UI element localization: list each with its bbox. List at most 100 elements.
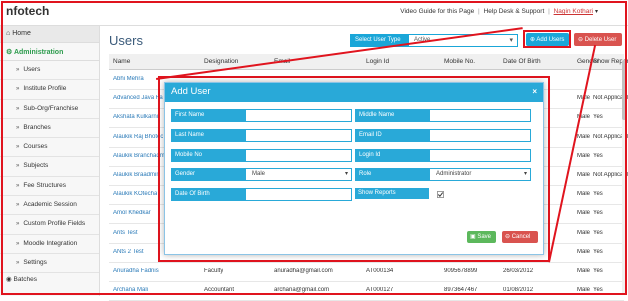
save-button[interactable]: ▣ Save bbox=[467, 231, 496, 243]
user-name-link[interactable]: ANts 2 Test bbox=[113, 249, 144, 255]
chevron-down-icon: ▾ bbox=[344, 171, 348, 177]
role-select[interactable]: Role Administrator ▾ bbox=[355, 168, 531, 181]
table-cell: 9095678899 bbox=[444, 268, 478, 274]
batches-icon: ◉ bbox=[6, 276, 12, 284]
table-cell: 01/08/2012 bbox=[503, 287, 534, 294]
gender-value: Male bbox=[252, 171, 266, 177]
table-cell: 8973647467 bbox=[444, 287, 478, 294]
sidebar-item-label: Fee Structures bbox=[23, 181, 66, 189]
login-id-field[interactable]: Login Id bbox=[355, 149, 531, 162]
cancel-button[interactable]: ⊖ Cancel bbox=[502, 231, 538, 243]
column-header[interactable]: Login Id bbox=[366, 58, 389, 65]
user-name-link[interactable]: Anuradha Fadnis bbox=[113, 268, 159, 274]
column-header[interactable]: Designation bbox=[204, 58, 238, 65]
sidebar-item-subjects[interactable]: » Subjects bbox=[0, 157, 99, 177]
top-bar: nfotech Video Guide for this Page | Help… bbox=[0, 0, 628, 26]
sidebar-item-courses[interactable]: » Courses bbox=[0, 138, 99, 158]
table-cell: Male bbox=[577, 248, 591, 255]
user-name-link[interactable]: Advanced Java Fa bbox=[113, 95, 163, 101]
brand-logo: nfotech bbox=[6, 4, 50, 18]
column-header[interactable]: Email bbox=[274, 58, 290, 65]
user-name-link[interactable]: Alaukik KOtecha bbox=[113, 191, 157, 197]
user-name-link[interactable]: Abhi Mehra bbox=[113, 76, 144, 82]
user-name-link[interactable]: Alaukik Branchadm bbox=[113, 153, 165, 159]
sidebar-item-label: Moodle Integration bbox=[23, 239, 78, 247]
sidebar-home[interactable]: ⌂ Home bbox=[0, 26, 99, 43]
chevron-right-icon: » bbox=[16, 144, 20, 151]
sidebar-item-batches[interactable]: ◉ Batches bbox=[0, 273, 99, 285]
user-name-link[interactable]: Alaukik Raj Bhotec bbox=[113, 134, 163, 140]
user-type-label: Select User Type bbox=[351, 35, 409, 46]
gear-icon: ⚙ bbox=[6, 49, 13, 56]
gender-select[interactable]: Gender Male ▾ bbox=[171, 168, 352, 181]
table-cell: anuradha@gmail.com bbox=[274, 268, 333, 274]
table-cell: AT000134 bbox=[366, 268, 394, 274]
minus-icon: ⊖ bbox=[578, 37, 584, 43]
table-cell: Male bbox=[577, 268, 591, 274]
chevron-right-icon: » bbox=[16, 240, 20, 247]
close-icon[interactable]: × bbox=[532, 87, 537, 96]
table-row[interactable]: Anuradha Fadnis Faculty anuradha@gmail.com… bbox=[109, 262, 624, 282]
sidebar-item-custom-profile-fields[interactable]: » Custom Profile Fields bbox=[0, 215, 99, 235]
user-type-value: Active bbox=[414, 37, 431, 43]
help-desk-link[interactable]: Help Desk & Support bbox=[484, 8, 545, 15]
mobile-no-field[interactable]: Mobile No bbox=[171, 149, 352, 162]
user-name-link[interactable]: Akshata Kulkarni bbox=[113, 114, 158, 120]
table-cell: Male bbox=[577, 287, 591, 294]
scrollbar-thumb[interactable] bbox=[622, 60, 627, 120]
add-users-button[interactable]: ⊕ Add Users bbox=[526, 33, 569, 46]
sidebar-item-academic-session[interactable]: » Academic Session bbox=[0, 196, 99, 216]
scrollbar[interactable] bbox=[622, 60, 627, 294]
table-cell: Faculty bbox=[204, 268, 224, 274]
show-reports-checkbox[interactable] bbox=[437, 191, 444, 198]
table-cell: Male bbox=[577, 229, 591, 236]
sidebar-item-institute-profile[interactable]: » Institute Profile bbox=[0, 80, 99, 100]
user-type-select[interactable]: Select User Type Active ▾ bbox=[350, 34, 518, 47]
sidebar-section-administration[interactable]: ⚙ Administration bbox=[0, 43, 99, 61]
date-of-birth-field[interactable]: Date Of Birth bbox=[171, 188, 352, 201]
sidebar-item-label: Courses bbox=[23, 143, 48, 151]
column-header[interactable]: Name bbox=[113, 58, 130, 65]
table-cell: Male bbox=[577, 210, 591, 217]
sidebar-item-fee-structures[interactable]: » Fee Structures bbox=[0, 177, 99, 197]
sidebar-item-branches[interactable]: » Branches bbox=[0, 119, 99, 139]
sidebar: ⌂ Home ⚙ Administration » Users» Institute… bbox=[0, 26, 100, 296]
table-cell: Yes bbox=[593, 287, 603, 294]
table-cell: Yes bbox=[593, 210, 603, 217]
sidebar-item-users[interactable]: » Users bbox=[0, 61, 99, 81]
table-cell: Yes bbox=[593, 152, 603, 159]
chevron-right-icon: » bbox=[16, 259, 20, 266]
column-header[interactable]: Date Of Birth bbox=[503, 58, 541, 65]
table-cell: Yes bbox=[593, 191, 603, 198]
sidebar-item-label: Users bbox=[23, 66, 41, 73]
user-name-link[interactable]: Amol Khedkar bbox=[113, 210, 151, 216]
sidebar-item-label: Subjects bbox=[23, 162, 49, 170]
last-name-field[interactable]: Last Name bbox=[171, 129, 352, 142]
user-name-link[interactable]: Alaukik Braadmin bbox=[113, 172, 160, 178]
delete-user-button[interactable]: ⊖ Delete User bbox=[574, 33, 622, 46]
table-cell: Male bbox=[577, 191, 591, 198]
table-row[interactable]: Archana Mali Accountant archana@gmail.com A… bbox=[109, 281, 624, 301]
role-value: Administrator bbox=[436, 171, 472, 177]
sidebar-item-settings[interactable]: » Settings bbox=[0, 254, 99, 274]
table-cell: Male bbox=[577, 95, 591, 102]
first-name-field[interactable]: First Name bbox=[171, 109, 352, 122]
user-name-link[interactable]: Archana Mali bbox=[113, 287, 148, 293]
user-menu[interactable]: Nagin Kothari bbox=[554, 8, 593, 15]
chevron-down-icon: ▾ bbox=[509, 37, 513, 44]
middle-name-field[interactable]: Middle Name bbox=[355, 109, 531, 122]
email-id-field[interactable]: Email ID bbox=[355, 129, 531, 142]
sidebar-item-sub-org-franchise[interactable]: » Sub-Org/Franchise bbox=[0, 100, 99, 119]
sidebar-item-moodle-integration[interactable]: » Moodle Integration bbox=[0, 235, 99, 254]
sidebar-item-label: Sub-Org/Franchise bbox=[23, 104, 79, 112]
chevron-down-icon[interactable]: ▾ bbox=[595, 9, 598, 15]
video-guide-link[interactable]: Video Guide for this Page bbox=[400, 8, 474, 15]
cancel-icon: ⊖ bbox=[505, 234, 511, 240]
column-header[interactable]: Mobile No. bbox=[444, 58, 475, 65]
table-cell: AT000127 bbox=[366, 287, 394, 294]
user-name-link[interactable]: Arits Test bbox=[113, 230, 138, 236]
chevron-right-icon: » bbox=[16, 202, 20, 209]
chevron-right-icon: » bbox=[16, 221, 20, 228]
table-cell: Accountant bbox=[204, 287, 235, 294]
home-icon: ⌂ bbox=[6, 30, 11, 37]
